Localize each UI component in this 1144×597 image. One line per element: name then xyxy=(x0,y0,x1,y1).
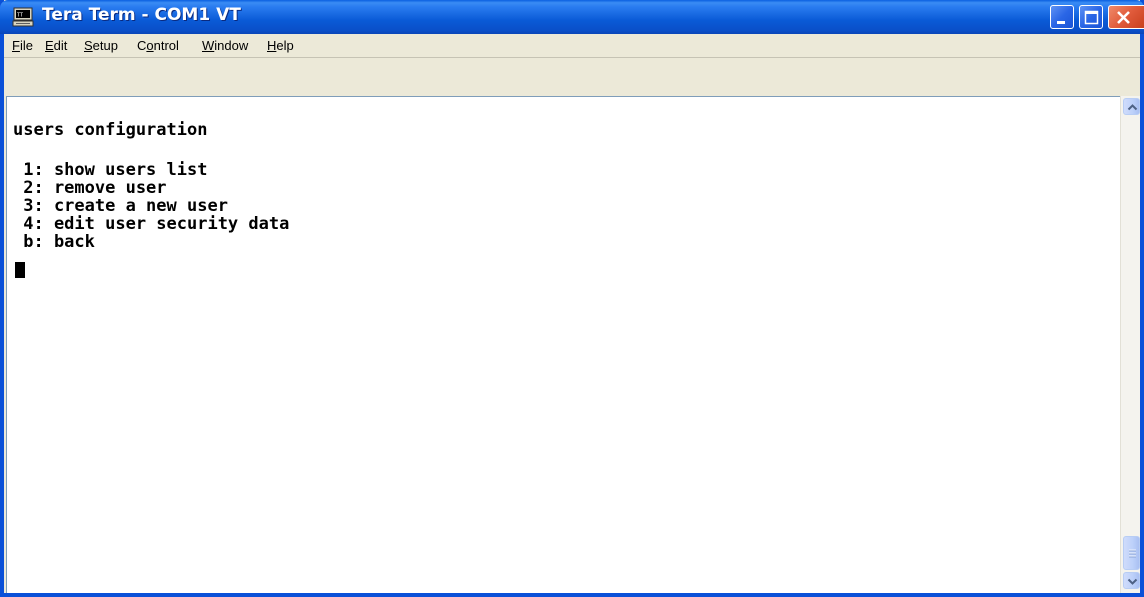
minimize-icon xyxy=(1057,21,1065,24)
minimize-button[interactable] xyxy=(1050,5,1074,29)
close-button[interactable] xyxy=(1108,5,1144,29)
chevron-down-icon xyxy=(1127,578,1138,585)
menu-edit-accel: E xyxy=(45,38,54,53)
terminal-option-1: 1: show users list xyxy=(13,160,208,180)
menu-help[interactable]: Help xyxy=(267,38,294,53)
scroll-thumb[interactable] xyxy=(1123,536,1140,570)
menu-file-rest: ile xyxy=(19,38,33,53)
terminal-option-4: 4: edit user security data xyxy=(13,214,290,234)
terminal-screen[interactable]: users configuration 1: show users list 2… xyxy=(6,96,1120,593)
menu-window-accel: W xyxy=(202,38,215,53)
svg-text:TT: TT xyxy=(17,13,23,19)
menu-setup-rest: etup xyxy=(92,38,118,53)
menu-control-pre: C xyxy=(137,38,147,53)
close-icon xyxy=(1117,11,1130,24)
text-cursor xyxy=(15,262,25,278)
menu-window[interactable]: Window xyxy=(202,38,248,53)
menu-window-rest: indow xyxy=(214,38,249,53)
menu-help-accel: H xyxy=(267,38,277,53)
terminal-option-back: b: back xyxy=(13,232,95,252)
scroll-up-button[interactable] xyxy=(1123,98,1140,115)
title-bar[interactable]: TT Tera Term - COM1 VT xyxy=(0,0,1144,34)
grip-icon xyxy=(1129,549,1136,558)
menu-control[interactable]: Control xyxy=(137,38,179,53)
menu-control-rest: ntrol xyxy=(153,38,179,53)
terminal-computer-icon[interactable]: TT xyxy=(12,7,34,27)
maximize-button[interactable] xyxy=(1079,5,1103,29)
menu-file-accel: F xyxy=(12,38,20,53)
vertical-scrollbar[interactable] xyxy=(1120,96,1140,593)
menu-file[interactable]: File xyxy=(12,38,33,53)
menu-edit-rest: dit xyxy=(53,38,68,53)
terminal-option-2: 2: remove user xyxy=(13,178,167,198)
menu-control-accel: o xyxy=(146,38,154,53)
menu-edit[interactable]: Edit xyxy=(45,38,67,53)
chevron-up-icon xyxy=(1127,104,1138,111)
maximize-icon xyxy=(1084,10,1099,25)
menu-setup-accel: S xyxy=(84,38,93,53)
window-title: Tera Term - COM1 VT xyxy=(42,5,241,25)
menu-help-rest: elp xyxy=(276,38,294,53)
menu-bar: File Edit Setup Control Window Help xyxy=(4,34,1140,58)
tera-term-window: TT Tera Term - COM1 VT File Edit Setup C… xyxy=(0,0,1144,597)
terminal-heading: users configuration xyxy=(13,120,208,140)
terminal-option-3: 3: create a new user xyxy=(13,196,228,216)
scroll-down-button[interactable] xyxy=(1123,572,1140,589)
menu-setup[interactable]: Setup xyxy=(84,38,118,53)
